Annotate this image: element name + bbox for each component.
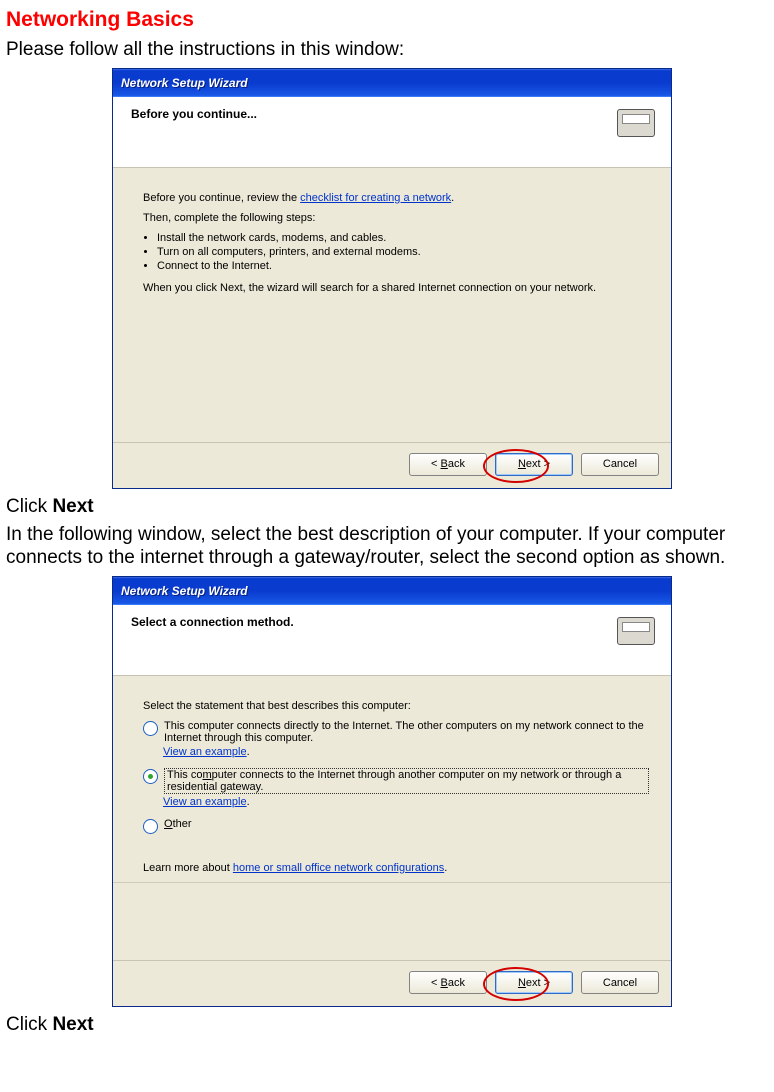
list-item: Connect to the Internet.: [157, 260, 649, 272]
next-post: ext >: [526, 458, 550, 470]
radio-icon[interactable]: [143, 769, 158, 784]
intro-text: Please follow all the instructions in th…: [6, 38, 768, 62]
wizard1-buttons: < Back Next > Cancel: [113, 442, 671, 488]
wizard1-body: Before you continue, review the checklis…: [113, 168, 671, 442]
list-item: Turn on all computers, printers, and ext…: [157, 246, 649, 258]
divider: [113, 882, 671, 883]
next-u: N: [518, 977, 526, 989]
back-pre: <: [431, 977, 440, 989]
learn-more-link[interactable]: home or small office network configurati…: [233, 862, 444, 874]
learn-more: Learn more about home or small office ne…: [143, 862, 649, 874]
click-next-2: Click Next: [6, 1013, 768, 1037]
view-example-2-link[interactable]: View an example: [163, 796, 247, 808]
next-u: N: [518, 458, 526, 470]
opt2b: puter connects to the Internet through a…: [167, 769, 621, 793]
list-item: Install the network cards, modems, and c…: [157, 232, 649, 244]
wizard2-title: Network Setup Wizard: [121, 584, 248, 598]
learn-b: .: [444, 862, 447, 874]
back-post: ack: [448, 458, 465, 470]
back-button[interactable]: < Back: [409, 453, 487, 476]
wizard1-p3: When you click Next, the wizard will sea…: [143, 282, 649, 294]
opt3p: ther: [173, 818, 192, 830]
radio-icon[interactable]: [143, 721, 158, 736]
click-next-1a: Click: [6, 496, 52, 517]
back-u: B: [441, 977, 448, 989]
checklist-link[interactable]: checklist for creating a network: [300, 192, 451, 204]
next-button[interactable]: Next >: [495, 971, 573, 994]
period: .: [247, 796, 250, 808]
wizard2-header-title: Select a connection method.: [131, 615, 294, 669]
page-heading: Networking Basics: [6, 8, 768, 32]
cancel-button[interactable]: Cancel: [581, 453, 659, 476]
next-button[interactable]: Next >: [495, 453, 573, 476]
wizard1-header-title: Before you continue...: [131, 107, 257, 161]
radio-option-3-text: Other: [164, 818, 649, 830]
wizard1-p2: Then, complete the following steps:: [143, 212, 649, 224]
wizard2-prompt: Select the statement that best describes…: [143, 700, 649, 712]
wizard2: Network Setup Wizard Select a connection…: [112, 576, 672, 1007]
back-button[interactable]: < Back: [409, 971, 487, 994]
wizard1-title: Network Setup Wizard: [121, 76, 248, 90]
period: .: [247, 746, 250, 758]
wizard1-p1b: .: [451, 192, 454, 204]
network-icon: [609, 615, 657, 657]
opt2u: m: [202, 769, 211, 781]
radio-icon[interactable]: [143, 819, 158, 834]
radio-option-1[interactable]: This computer connects directly to the I…: [143, 720, 649, 744]
click-next-2b: Next: [52, 1014, 93, 1035]
para2: In the following window, select the best…: [6, 523, 768, 571]
wizard1-p1a: Before you continue, review the: [143, 192, 300, 204]
radio-option-3[interactable]: Other: [143, 818, 649, 834]
printer-icon: [609, 107, 657, 149]
wizard1-p1: Before you continue, review the checklis…: [143, 192, 649, 204]
radio-option-2[interactable]: This computer connects to the Internet t…: [143, 768, 649, 794]
back-pre: <: [431, 458, 440, 470]
back-post: ack: [448, 977, 465, 989]
back-u: B: [441, 458, 448, 470]
next-post: ext >: [526, 977, 550, 989]
wizard2-titlebar: Network Setup Wizard: [113, 577, 671, 605]
click-next-2a: Click: [6, 1014, 52, 1035]
learn-a: Learn more about: [143, 862, 233, 874]
cancel-button[interactable]: Cancel: [581, 971, 659, 994]
opt3u: O: [164, 818, 173, 830]
wizard1-bullets: Install the network cards, modems, and c…: [143, 232, 649, 272]
wizard2-header: Select a connection method.: [113, 605, 671, 676]
wizard1-titlebar: Network Setup Wizard: [113, 69, 671, 97]
opt2a: This co: [167, 769, 202, 781]
radio-option-1-text: This computer connects directly to the I…: [164, 720, 649, 744]
wizard2-body: Select the statement that best describes…: [113, 676, 671, 960]
wizard1: Network Setup Wizard Before you continue…: [112, 68, 672, 489]
radio-option-2-text: This computer connects to the Internet t…: [164, 768, 649, 794]
wizard2-buttons: < Back Next > Cancel: [113, 960, 671, 1006]
wizard1-header: Before you continue...: [113, 97, 671, 168]
click-next-1: Click Next: [6, 495, 768, 519]
view-example-1-link[interactable]: View an example: [163, 746, 247, 758]
click-next-1b: Next: [52, 496, 93, 517]
